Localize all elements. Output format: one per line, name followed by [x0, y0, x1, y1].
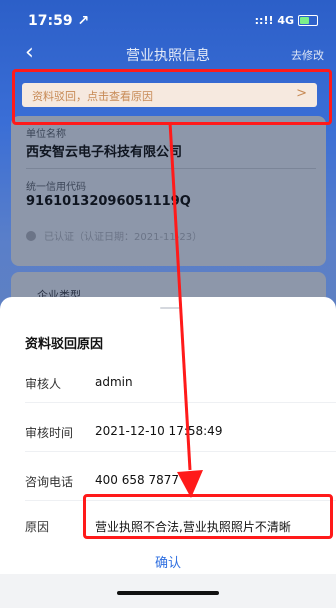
check-circle-icon: [26, 230, 36, 241]
highlight-box-notice: [12, 69, 332, 125]
signal-indicator: ::!! 4G: [254, 14, 294, 27]
row-key: 原因: [25, 520, 50, 534]
sheet-handle[interactable]: [160, 307, 180, 309]
nav-bar: ‹ 营业执照信息 去修改: [0, 40, 336, 70]
highlight-box-reason: [83, 494, 333, 539]
divider: [25, 451, 336, 452]
divider: [26, 168, 316, 169]
row-value: 400 658 7877: [95, 473, 179, 487]
row-key: 咨询电话: [25, 475, 74, 489]
battery-icon: [298, 15, 318, 26]
row-key: 审核人: [25, 377, 62, 391]
credit-code-value: 91610132096051119Q: [26, 194, 191, 209]
row-value: admin: [95, 375, 133, 389]
divider: [25, 402, 336, 403]
edit-button[interactable]: 去修改: [291, 47, 324, 63]
row-value: 2021-12-10 17:58:49: [95, 424, 223, 438]
sheet-title: 资料驳回原因: [25, 337, 104, 352]
page-title: 营业执照信息: [126, 48, 210, 64]
list-item: 审核时间 2021-12-10 17:58:49: [0, 412, 336, 452]
status-indicators: ::!! 4G: [255, 14, 318, 27]
list-item: 审核人 admin: [0, 363, 336, 403]
row-key: 审核时间: [25, 426, 74, 440]
verified-text: 已认证（认证日期：2021-11-23）: [44, 232, 203, 243]
reject-reason-sheet: 资料驳回原因 审核人 admin 审核时间 2021-12-10 17:58:4…: [0, 297, 336, 608]
home-bar-area: [0, 574, 336, 608]
status-bar: 17:59 ↗ ::!! 4G: [0, 0, 336, 40]
status-time: 17:59 ↗: [28, 13, 90, 29]
company-name-value: 西安智云电子科技有限公司: [26, 145, 183, 160]
company-name-label: 单位名称: [26, 129, 66, 140]
company-info-card: 单位名称 西安智云电子科技有限公司 统一信用代码 916101320960511…: [11, 116, 326, 266]
credit-code-label: 统一信用代码: [26, 182, 86, 193]
home-indicator[interactable]: [117, 591, 219, 595]
verified-status: 已认证（认证日期：2021-11-23）: [26, 228, 202, 243]
confirm-button[interactable]: 确认: [0, 552, 336, 571]
